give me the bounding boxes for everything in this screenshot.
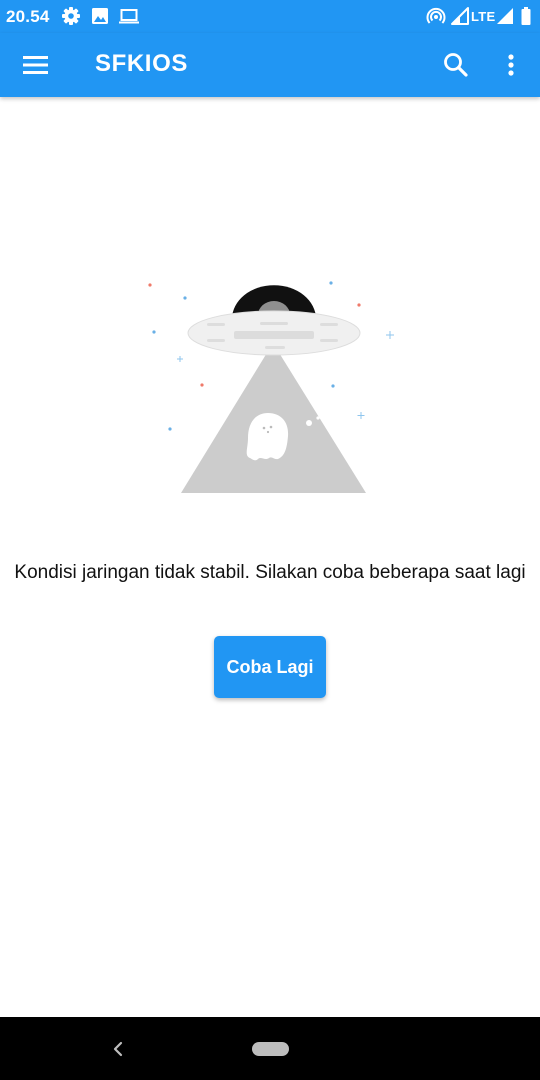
signal-icon — [496, 6, 514, 31]
settings-icon — [61, 6, 81, 31]
more-options-button[interactable] — [498, 49, 524, 81]
more-vert-icon — [508, 54, 514, 76]
image-icon — [91, 6, 109, 31]
navigation-bar — [0, 1017, 540, 1080]
hotspot-icon — [426, 6, 446, 31]
search-icon — [444, 53, 468, 77]
menu-button[interactable] — [20, 51, 52, 79]
ufo-ghost-icon — [148, 281, 394, 493]
status-time: 20.54 — [6, 7, 50, 26]
battery-icon — [520, 6, 532, 31]
network-type-label: LTE — [471, 9, 496, 24]
app-bar: SFKIOS — [0, 33, 540, 97]
app-title: SFKIOS — [95, 50, 188, 77]
menu-icon — [23, 56, 48, 74]
laptop-icon — [118, 6, 140, 31]
signal-icon — [450, 6, 469, 31]
back-icon — [113, 1041, 123, 1057]
back-button[interactable] — [108, 1037, 128, 1061]
network-error-illustration — [140, 270, 400, 510]
retry-button[interactable]: Coba Lagi — [214, 636, 326, 698]
error-message: Kondisi jaringan tidak stabil. Silakan c… — [14, 562, 526, 583]
status-bar: 20.54 LTE — [0, 0, 540, 33]
search-button[interactable] — [440, 49, 472, 81]
home-button[interactable] — [252, 1042, 289, 1056]
